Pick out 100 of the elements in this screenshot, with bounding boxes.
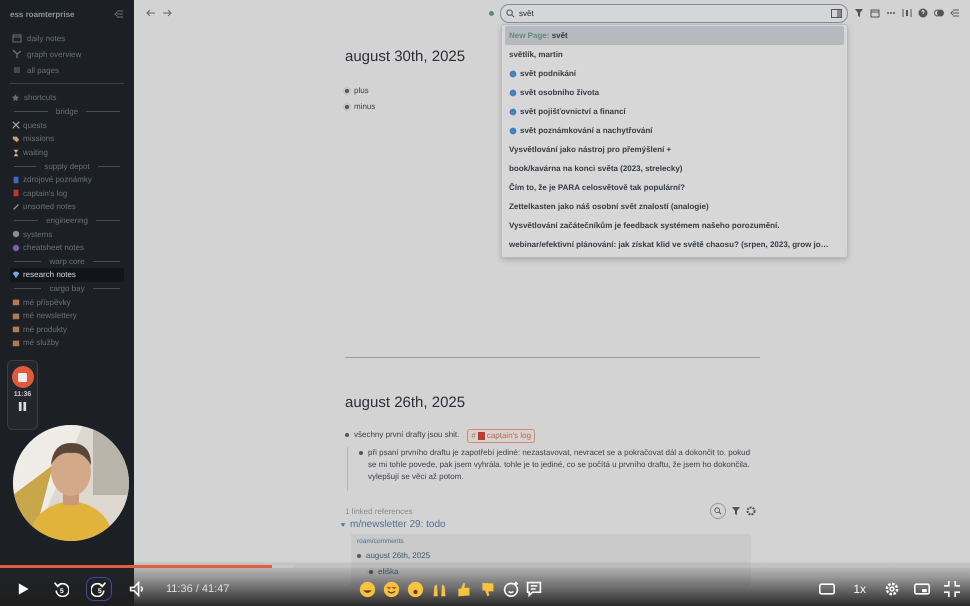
workspace-name[interactable]: ess roamterprise bbox=[10, 10, 74, 18]
surprised-emoji-icon bbox=[407, 580, 424, 598]
search-result[interactable]: světlík, martin bbox=[505, 45, 844, 64]
comment-icon[interactable] bbox=[526, 581, 542, 597]
toggle-icon[interactable] bbox=[934, 8, 944, 18]
bullet[interactable] bbox=[359, 451, 363, 455]
page-title: august 26th, 2025 bbox=[345, 394, 466, 411]
page-title: august 30th, 2025 bbox=[345, 48, 466, 65]
orb-icon bbox=[12, 244, 20, 252]
filter-icon[interactable] bbox=[854, 8, 864, 18]
exit-fullscreen-icon[interactable] bbox=[944, 581, 960, 597]
calendar-icon[interactable] bbox=[870, 8, 880, 18]
settings-icon[interactable] bbox=[746, 506, 756, 516]
search-input[interactable]: svět bbox=[519, 8, 827, 18]
search-result[interactable]: New Page: svět bbox=[505, 26, 844, 45]
play-icon bbox=[16, 582, 30, 596]
forward-icon bbox=[91, 581, 107, 597]
volume-icon bbox=[129, 581, 145, 597]
shortcut-item[interactable]: captain's log bbox=[10, 186, 124, 200]
pause-icon[interactable] bbox=[18, 401, 27, 412]
swords-icon bbox=[12, 121, 20, 130]
search-result[interactable]: Čím to, že je PARA celosvětově tak populární? bbox=[505, 178, 844, 197]
search-result[interactable]: Vysvětlování jako nástroj pro přemýšlení + bbox=[505, 140, 844, 159]
bullet[interactable] bbox=[369, 570, 373, 574]
shortcut-item[interactable]: unsorted notes bbox=[10, 200, 124, 214]
tag-icon bbox=[12, 134, 20, 143]
page-tag[interactable]: # captain's log bbox=[467, 429, 536, 443]
block-text: minus bbox=[354, 101, 376, 113]
shortcut-item[interactable]: mé příspěvky bbox=[10, 295, 124, 309]
miniplayer-icon[interactable] bbox=[914, 581, 930, 597]
search-result[interactable]: svět pojišťovnictví a financí bbox=[505, 102, 844, 121]
shortcut-item[interactable]: mé newslettery bbox=[10, 308, 124, 322]
shortcut-item[interactable]: quests bbox=[10, 118, 124, 132]
forward-arrow-icon[interactable] bbox=[162, 8, 172, 18]
block-text: eliška bbox=[378, 566, 398, 578]
playback-time: 11:36 / 41:47 bbox=[166, 583, 230, 595]
search-result[interactable]: Vysvětlování začátečníkům je feedback systémem našeho porozumění. bbox=[505, 216, 844, 235]
linked-references-count: 1 linked references bbox=[345, 506, 413, 516]
shortcut-item[interactable]: zdrojové poznámky bbox=[10, 172, 124, 187]
heart-eyes-emoji-icon bbox=[383, 580, 400, 598]
search-result[interactable]: svět osobního života bbox=[505, 83, 844, 102]
add-reaction-icon[interactable] bbox=[503, 581, 520, 597]
box-icon bbox=[12, 325, 20, 334]
box-icon bbox=[12, 312, 20, 320]
search-button[interactable] bbox=[710, 503, 726, 519]
search-result[interactable]: Zettelkasten jako náš osobní svět znalostí (analogie) bbox=[505, 197, 844, 216]
list-icon bbox=[12, 65, 22, 75]
search-result[interactable]: webinar/efektivní plánování: jak získat klid ve světě chaosu? (srpen, 2023, grow jo… bbox=[505, 235, 844, 254]
section-heading: bridge bbox=[56, 107, 78, 116]
stop-recording-button[interactable] bbox=[12, 366, 34, 388]
nav-item[interactable]: all pages bbox=[10, 62, 124, 78]
gem-icon bbox=[12, 270, 20, 279]
columns-icon[interactable] bbox=[902, 8, 912, 18]
search-result[interactable]: book/kavárna na konci světa (2023, strelecky) bbox=[505, 159, 844, 178]
shortcuts-heading: shortcuts bbox=[10, 89, 124, 105]
block-text: plus bbox=[354, 85, 369, 97]
nav-item[interactable]: graph overview bbox=[10, 46, 124, 62]
shortcut-item[interactable]: mé služby bbox=[10, 336, 124, 350]
globe-icon bbox=[509, 88, 517, 96]
rewind-icon bbox=[53, 581, 69, 597]
search-result[interactable]: svět poznámkování a nachytřování bbox=[505, 121, 844, 140]
bullet[interactable] bbox=[357, 554, 361, 558]
playback-speed-button[interactable]: 1x bbox=[849, 582, 870, 596]
shortcut-item[interactable]: missions bbox=[10, 132, 124, 146]
graph-icon bbox=[12, 49, 22, 59]
shortcut-item[interactable]: waiting bbox=[10, 146, 124, 160]
globe-icon bbox=[509, 70, 517, 78]
captions-icon[interactable] bbox=[819, 581, 836, 597]
globe-icon bbox=[509, 108, 517, 116]
section-heading: supply depot bbox=[44, 162, 90, 171]
bullet[interactable] bbox=[345, 433, 349, 437]
block-text: při psaní prvního draftu je zapotřebí jediné: nezastavovat, nevracet se a pokračovat dál a dokončit to. pokud se mi tohle povede, pak jsem vyhrála. tohle je to jediné, co se počítá u prvního draftu, že jsem ho dokončila. vylepšují se věci až potom. bbox=[368, 447, 752, 483]
search-field[interactable]: svět bbox=[500, 4, 848, 22]
box-icon bbox=[12, 338, 20, 347]
block-text: všechny první drafty jsou shit. bbox=[354, 429, 460, 441]
box-icon bbox=[12, 298, 20, 306]
bullet[interactable] bbox=[345, 105, 349, 109]
shortcut-item[interactable]: systems bbox=[10, 227, 124, 241]
help-icon[interactable] bbox=[918, 8, 928, 18]
section-heading: cargo bay bbox=[49, 284, 85, 294]
stop-icon bbox=[18, 372, 27, 382]
globe-icon bbox=[509, 126, 517, 134]
breadcrumb-link[interactable]: august 26th, 2025 bbox=[366, 550, 430, 562]
section-heading: engineering bbox=[46, 216, 88, 226]
nav-item[interactable]: daily notes bbox=[10, 30, 124, 46]
filter-icon[interactable] bbox=[731, 506, 741, 516]
shortcut-item[interactable]: cheatsheet notes bbox=[10, 240, 124, 255]
reference-page-link[interactable]: m/newsletter 29: todo bbox=[350, 519, 446, 530]
book-icon bbox=[478, 432, 485, 440]
shortcut-item[interactable]: research notes bbox=[10, 268, 124, 282]
search-result[interactable]: svět podnikání bbox=[505, 64, 844, 83]
search-icon bbox=[714, 507, 722, 515]
laughing-emoji-icon bbox=[359, 580, 376, 598]
hourglass-icon bbox=[12, 148, 20, 157]
calendar-icon bbox=[12, 33, 22, 43]
back-arrow-icon[interactable] bbox=[146, 8, 156, 18]
collapse-sidebar-icon[interactable] bbox=[114, 9, 124, 19]
bullet[interactable] bbox=[345, 89, 349, 93]
right-sidebar-icon[interactable] bbox=[950, 8, 960, 18]
shortcut-item[interactable]: mé produkty bbox=[10, 322, 124, 336]
